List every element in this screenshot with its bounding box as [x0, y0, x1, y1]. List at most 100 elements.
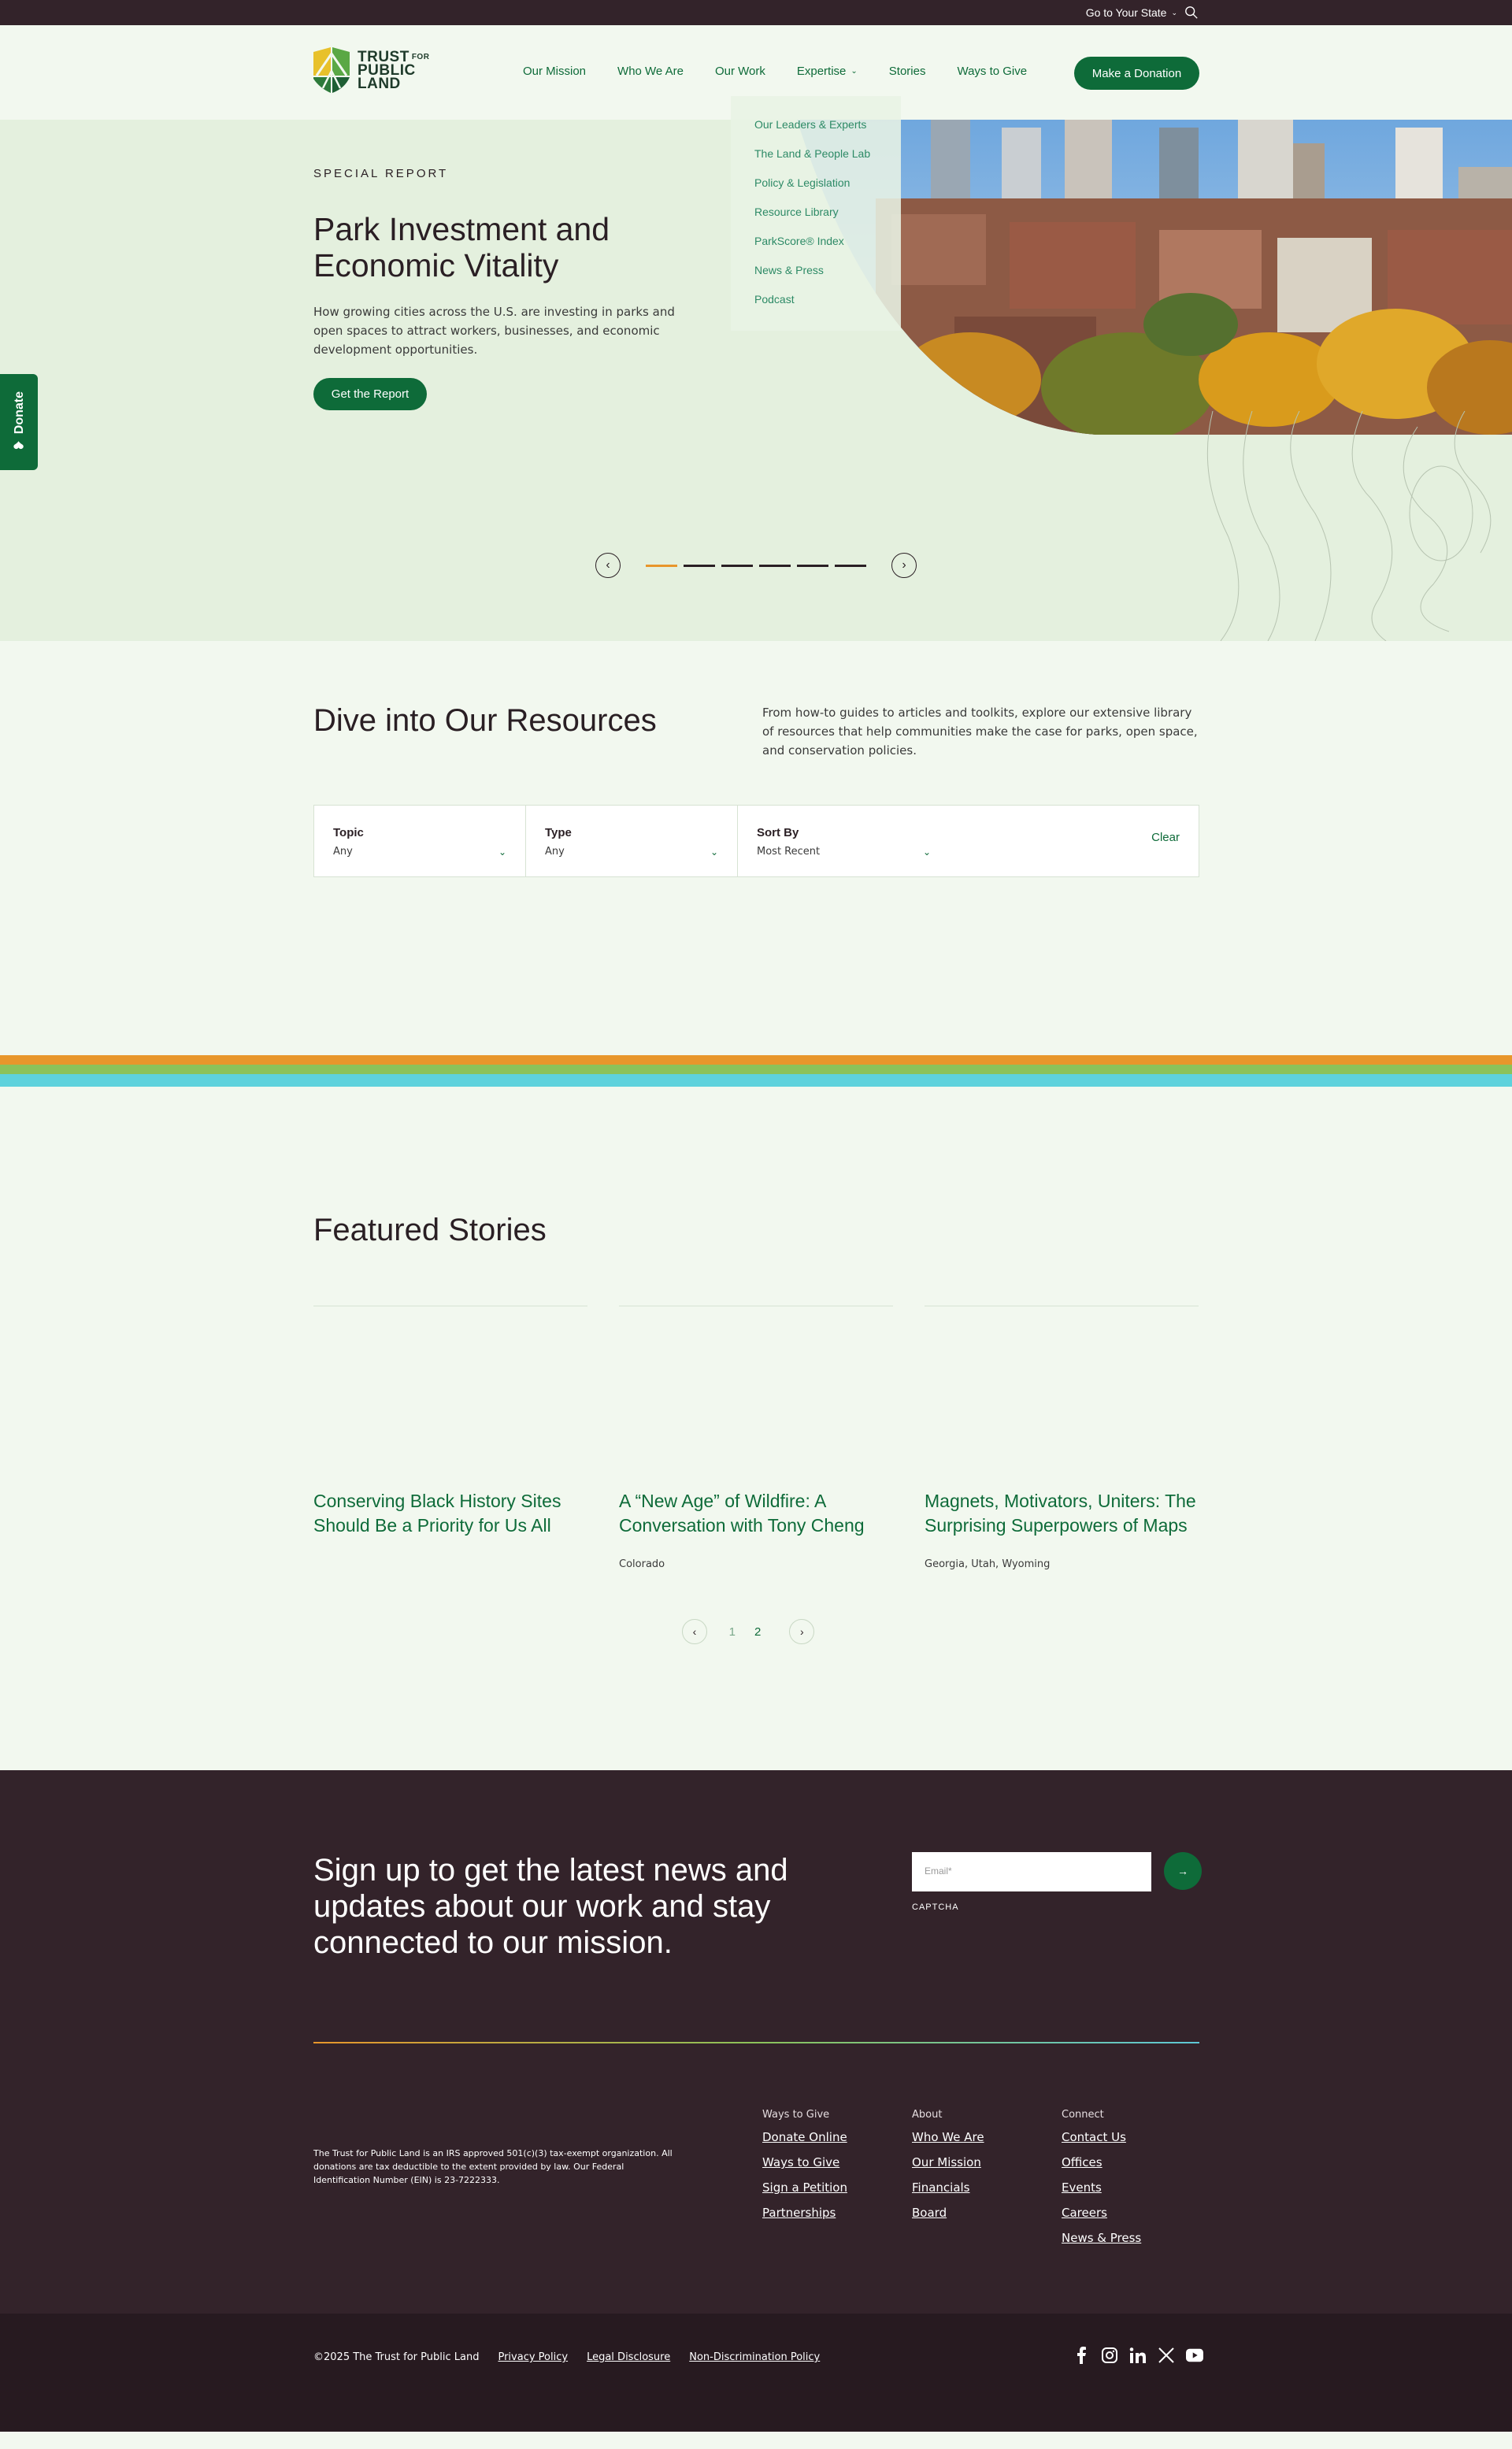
- featured-stories-title: Featured Stories: [313, 1213, 547, 1247]
- footer-link[interactable]: Board: [912, 2206, 984, 2231]
- story-title[interactable]: Magnets, Motivators, Uniters: The Surpri…: [925, 1489, 1199, 1538]
- carousel-prev-button[interactable]: ‹: [595, 553, 621, 578]
- heart-icon: ❤: [12, 434, 26, 453]
- resources-description: From how-to guides to articles and toolk…: [762, 706, 1198, 758]
- carousel-indicators: [646, 564, 866, 567]
- footer-column-heading: Connect: [1062, 2109, 1104, 2121]
- stripe-green: [0, 1065, 1512, 1074]
- carousel-indicator[interactable]: [759, 564, 791, 567]
- facebook-icon[interactable]: [1073, 2347, 1090, 2364]
- footer-column-heading: About: [912, 2109, 943, 2121]
- carousel-indicator[interactable]: [721, 564, 753, 567]
- dropdown-item[interactable]: News & Press: [754, 264, 901, 293]
- side-donate-label: ❤ Donate: [12, 391, 26, 453]
- expertise-dropdown-menu: Our Leaders & Experts The Land & People L…: [731, 96, 901, 331]
- stories-pagination: ‹ 1 2 ›: [682, 1619, 815, 1644]
- carousel-indicator[interactable]: [835, 564, 866, 567]
- story-title[interactable]: Conserving Black History Sites Should Be…: [313, 1489, 587, 1538]
- logo-wordmark: TRUST FOR PUBLIC LAND: [358, 48, 430, 92]
- x-icon[interactable]: [1158, 2347, 1175, 2364]
- filter-sort-by[interactable]: Sort By Most Recent ⌄: [738, 806, 950, 876]
- newsletter-submit-button[interactable]: →: [1164, 1852, 1202, 1890]
- filter-topic-label: Topic: [333, 826, 364, 839]
- footer-link[interactable]: Who We Are: [912, 2130, 984, 2155]
- legal-disclosure-link[interactable]: Legal Disclosure: [587, 2351, 670, 2363]
- logo-mark-icon: [313, 47, 350, 93]
- chevron-right-icon: ›: [800, 1625, 804, 1638]
- story-card[interactable]: Conserving Black History Sites Should Be…: [313, 1306, 587, 1558]
- dropdown-item[interactable]: Podcast: [754, 293, 901, 322]
- footer-link[interactable]: Events: [1062, 2180, 1141, 2206]
- footer-link[interactable]: Contact Us: [1062, 2130, 1141, 2155]
- state-selector[interactable]: Go to Your State ⌄: [1086, 6, 1177, 19]
- footer-legal-text: The Trust for Public Land is an IRS appr…: [313, 2148, 673, 2185]
- story-card[interactable]: Magnets, Motivators, Uniters: The Surpri…: [925, 1306, 1199, 1570]
- carousel-indicator[interactable]: [797, 564, 828, 567]
- hero-description: How growing cities across the U.S. are i…: [313, 305, 675, 357]
- privacy-policy-link[interactable]: Privacy Policy: [498, 2351, 568, 2363]
- footer-column-connect: Connect Contact Us Offices Events Career…: [1062, 2109, 1141, 2256]
- hero-title: Park Investment and Economic Vitality: [313, 211, 610, 283]
- social-links: [1073, 2347, 1203, 2364]
- email-field[interactable]: Email*: [912, 1852, 1151, 1891]
- side-donate-tab[interactable]: ❤ Donate: [0, 374, 38, 470]
- nav-who-we-are[interactable]: Who We Are: [617, 65, 684, 78]
- copyright-text: ©2025 The Trust for Public Land: [313, 2351, 480, 2363]
- dropdown-item[interactable]: The Land & People Lab: [754, 147, 901, 176]
- hero-city-photo: [797, 120, 1512, 435]
- carousel-indicator[interactable]: [646, 564, 677, 567]
- story-title[interactable]: A “New Age” of Wildfire: A Conversation …: [619, 1489, 893, 1538]
- hero-carousel-controls: ‹ ›: [595, 553, 917, 578]
- footer-link[interactable]: Careers: [1062, 2206, 1141, 2231]
- filter-type-value: Any: [545, 846, 565, 858]
- footer-link[interactable]: Partnerships: [762, 2206, 847, 2231]
- footer-link[interactable]: Donate Online: [762, 2130, 847, 2155]
- chevron-down-icon: ⌄: [710, 847, 718, 858]
- nav-ways-to-give[interactable]: Ways to Give: [957, 65, 1027, 78]
- non-discrimination-policy-link[interactable]: Non-Discrimination Policy: [689, 2351, 820, 2363]
- get-report-button[interactable]: Get the Report: [313, 378, 427, 410]
- linkedin-icon[interactable]: [1129, 2347, 1147, 2364]
- page-1-link[interactable]: 1: [729, 1625, 736, 1639]
- footer-link[interactable]: Offices: [1062, 2155, 1141, 2180]
- pagination-prev-button[interactable]: ‹: [682, 1619, 707, 1644]
- dropdown-item[interactable]: ParkScore® Index: [754, 235, 901, 264]
- page-2-link[interactable]: 2: [754, 1625, 761, 1639]
- arrow-right-icon: →: [1177, 1865, 1188, 1877]
- footer-link[interactable]: Financials: [912, 2180, 984, 2206]
- footer-column-ways-to-give: Ways to Give Donate Online Ways to Give …: [762, 2109, 847, 2231]
- filter-type[interactable]: Type Any ⌄: [526, 806, 738, 876]
- story-card[interactable]: A “New Age” of Wildfire: A Conversation …: [619, 1306, 893, 1570]
- pagination-next-button[interactable]: ›: [789, 1619, 815, 1644]
- carousel-indicator[interactable]: [684, 564, 715, 567]
- search-icon[interactable]: [1184, 6, 1199, 20]
- footer-link[interactable]: Sign a Petition: [762, 2180, 847, 2206]
- footer-link[interactable]: Our Mission: [912, 2155, 984, 2180]
- footer-link[interactable]: Ways to Give: [762, 2155, 847, 2180]
- clear-filters-button[interactable]: Clear: [1151, 831, 1180, 844]
- footer-link[interactable]: News & Press: [1062, 2231, 1141, 2256]
- nav-stories[interactable]: Stories: [889, 65, 926, 78]
- nav-expertise[interactable]: Expertise ⌄: [797, 65, 858, 78]
- filter-sort-value: Most Recent: [757, 846, 821, 858]
- filter-topic[interactable]: Topic Any ⌄: [314, 806, 526, 876]
- chevron-right-icon: ›: [902, 558, 906, 572]
- resource-filters: Topic Any ⌄ Type Any ⌄ Sort By Most Rece…: [313, 805, 1199, 877]
- site-logo[interactable]: TRUST FOR PUBLIC LAND: [313, 47, 429, 93]
- main-nav: Our Mission Who We Are Our Work Expertis…: [523, 65, 1058, 78]
- instagram-icon[interactable]: [1101, 2347, 1118, 2364]
- nav-our-work[interactable]: Our Work: [715, 65, 765, 78]
- state-selector-label: Go to Your State: [1085, 6, 1167, 19]
- carousel-next-button[interactable]: ›: [891, 553, 917, 578]
- make-donation-button[interactable]: Make a Donation: [1074, 57, 1199, 90]
- dropdown-item[interactable]: Resource Library: [754, 206, 901, 235]
- filter-sort-label: Sort By: [757, 826, 799, 839]
- utility-bar: Go to Your State ⌄: [0, 0, 1512, 25]
- nav-our-mission[interactable]: Our Mission: [523, 65, 586, 78]
- filter-topic-value: Any: [333, 846, 353, 858]
- chevron-down-icon: ⌄: [498, 847, 506, 858]
- youtube-icon[interactable]: [1186, 2347, 1203, 2364]
- resources-title: Dive into Our Resources: [313, 703, 657, 738]
- dropdown-item[interactable]: Our Leaders & Experts: [754, 118, 901, 147]
- dropdown-item[interactable]: Policy & Legislation: [754, 176, 901, 206]
